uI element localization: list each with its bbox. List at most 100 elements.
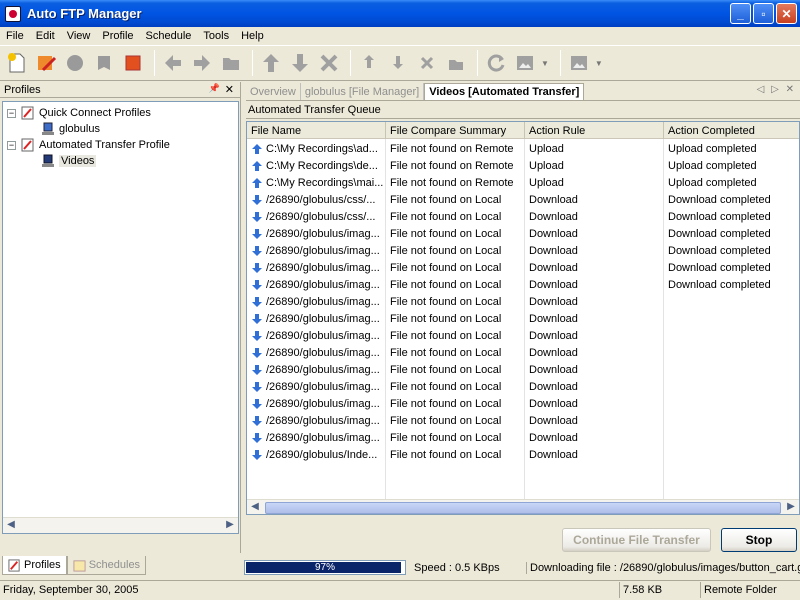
cell-text: /26890/globulus/imag... [266,329,380,342]
cell-text: /26890/globulus/imag... [266,363,380,376]
forward-button[interactable] [189,50,215,76]
tab-automated-transfer[interactable]: Videos [Automated Transfer] [424,83,585,100]
tab-schedules[interactable]: Schedules [66,556,147,575]
scroll-left-icon[interactable]: ◀ [3,519,19,533]
maximize-button[interactable]: ▫ [753,3,774,24]
table-cell-done [664,361,799,378]
scroll-right-icon[interactable]: ▶ [783,501,799,515]
download-file-button[interactable] [385,50,411,76]
table-row[interactable]: /26890/globulus/imag... File not found on… [247,293,799,310]
table-row[interactable]: /26890/globulus/css/... File not found on… [247,208,799,225]
table-row[interactable]: /26890/globulus/css/... File not found on… [247,191,799,208]
tree-node-automated-transfer[interactable]: − Automated Transfer Profile [7,137,170,153]
tree-node-quick-connect[interactable]: − Quick Connect Profiles [7,105,151,121]
table-row[interactable]: /26890/globulus/imag... File not found on… [247,378,799,395]
cell-text: File not found on Local [390,227,502,240]
download-arrow-icon [252,415,262,426]
table-row[interactable]: /26890/globulus/imag... File not found on… [247,259,799,276]
table-cell-done: Upload completed [664,140,799,157]
tab-profiles[interactable]: Profiles [2,556,67,575]
cell-text: Download [529,363,578,376]
scroll-right-icon[interactable]: ▶ [222,519,238,533]
table-row[interactable]: /26890/globulus/imag... File not found on… [247,395,799,412]
new-profile-button[interactable] [4,50,30,76]
close-panel-icon[interactable]: ✕ [225,83,234,96]
tree-expander[interactable]: − [7,140,16,150]
tree-horizontal-scrollbar[interactable]: ◀ ▶ [3,517,238,533]
tree-node-videos[interactable]: Videos [41,153,97,169]
scroll-left-icon[interactable]: ◀ [247,501,263,515]
automated-profile-icon [21,138,34,152]
folder-button[interactable] [218,50,244,76]
cancel-transfer-icon [420,56,434,70]
connect-button[interactable] [62,50,88,76]
column-header-compare-summary[interactable]: File Compare Summary [386,122,525,139]
view-button[interactable] [512,50,538,76]
table-cell-summary: File not found on Local [386,412,525,429]
chevron-down-icon[interactable]: ▼ [541,59,549,68]
continue-file-transfer-button[interactable]: Continue File Transfer [562,528,711,552]
table-row[interactable]: /26890/globulus/imag... File not found on… [247,412,799,429]
tab-file-manager[interactable]: globulus [File Manager] [301,83,425,100]
pin-icon[interactable]: 📌 [209,83,220,94]
cell-text: Upload completed [668,176,757,189]
table-horizontal-scrollbar[interactable]: ◀ ▶ [247,499,799,515]
preview-button[interactable] [566,50,592,76]
table-row[interactable]: C:\My Recordings\de... File not found on … [247,157,799,174]
table-row[interactable]: /26890/globulus/imag... File not found on… [247,310,799,327]
column-header-file-name[interactable]: File Name [247,122,386,139]
table-row[interactable]: C:\My Recordings\mai... File not found on… [247,174,799,191]
table-row[interactable]: /26890/globulus/imag... File not found on… [247,361,799,378]
speed-text: Speed : 0.5 KBps [414,562,500,574]
refresh-icon [487,54,505,72]
table-row[interactable]: /26890/globulus/imag... File not found on… [247,344,799,361]
chevron-down-icon[interactable]: ▼ [595,59,603,68]
menu-file[interactable]: File [0,30,30,42]
column-header-action-completed[interactable]: Action Completed [664,122,799,139]
toolbar: ▼ ▼ [0,45,800,81]
column-header-action-rule[interactable]: Action Rule [525,122,664,139]
tab-navigation-controls[interactable]: ◁ ▷ ✕ [757,84,796,95]
table-cell-summary: File not found on Local [386,395,525,412]
table-cell-done: Download completed [664,191,799,208]
scrollbar-thumb[interactable] [265,501,781,514]
table-row[interactable]: /26890/globulus/imag... File not found on… [247,242,799,259]
menu-profile[interactable]: Profile [96,30,139,42]
edit-profile-button[interactable] [33,50,59,76]
tree-expander[interactable]: − [7,108,16,118]
stop-button[interactable]: Stop [721,528,797,552]
delete-button[interactable] [316,50,342,76]
minimize-button[interactable]: _ [730,3,751,24]
table-row[interactable]: /26890/globulus/Inde... File not found on… [247,446,799,463]
table-header: File Name File Compare Summary Action Ru… [247,122,799,139]
menu-edit[interactable]: Edit [30,30,61,42]
profiles-tab-icon [8,558,20,572]
upload-file-button[interactable] [356,50,382,76]
stop-toolbar-button[interactable] [120,50,146,76]
table-row[interactable]: /26890/globulus/imag... File not found on… [247,225,799,242]
cell-text: File not found on Local [390,363,502,376]
menu-view[interactable]: View [61,30,97,42]
cell-text: Download [529,295,578,308]
refresh-button[interactable] [483,50,509,76]
cell-text: File not found on Local [390,295,502,308]
table-row[interactable]: /26890/globulus/imag... File not found on… [247,327,799,344]
download-button[interactable] [287,50,313,76]
tab-overview[interactable]: Overview [246,83,301,100]
close-button[interactable]: ✕ [776,3,797,24]
menu-schedule[interactable]: Schedule [140,30,198,42]
upload-button[interactable] [258,50,284,76]
tree-node-globulus[interactable]: globulus [41,121,100,137]
cancel-transfer-button[interactable] [414,50,440,76]
back-button[interactable] [160,50,186,76]
sync-folder-button[interactable] [443,50,469,76]
table-row[interactable]: C:\My Recordings\ad... File not found on … [247,140,799,157]
menu-tools[interactable]: Tools [197,30,235,42]
table-row[interactable]: /26890/globulus/imag... File not found on… [247,276,799,293]
menu-help[interactable]: Help [235,30,270,42]
cell-text: /26890/globulus/imag... [266,346,380,359]
disconnect-button[interactable] [91,50,117,76]
cell-text: File not found on Remote [390,176,514,189]
table-row[interactable]: /26890/globulus/imag... File not found on… [247,429,799,446]
table-cell-rule: Download [525,259,664,276]
